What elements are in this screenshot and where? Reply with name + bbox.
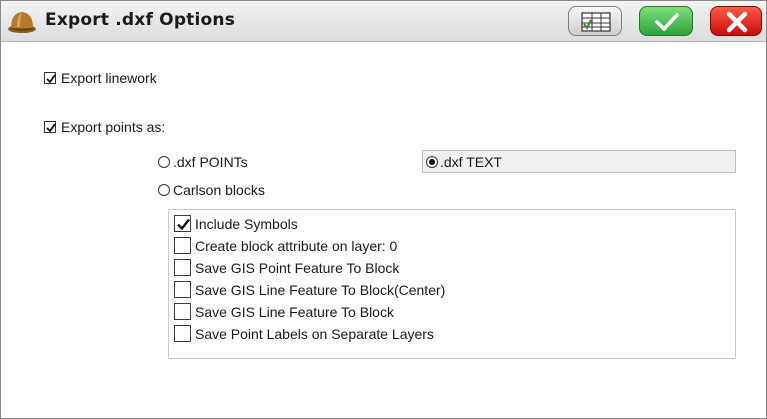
export-points-checkbox[interactable] xyxy=(44,121,56,133)
title-bar: Export .dxf Options xyxy=(1,1,766,42)
table-view-button[interactable] xyxy=(568,6,622,36)
carlson-blocks-radio[interactable] xyxy=(158,184,170,196)
gis-point-feature-checkbox[interactable] xyxy=(174,259,191,276)
cancel-button[interactable] xyxy=(710,6,762,36)
block-options-list[interactable]: Include Symbols Create block attribute o… xyxy=(168,209,736,359)
carlson-blocks-label: Carlson blocks xyxy=(173,182,265,198)
create-block-attribute-checkbox[interactable] xyxy=(174,237,191,254)
checkmark-icon xyxy=(46,123,56,133)
list-item-label: Create block attribute on layer: 0 xyxy=(195,238,398,254)
export-linework-checkbox[interactable] xyxy=(44,72,56,84)
export-points-label: Export points as: xyxy=(61,119,166,135)
checkmark-icon xyxy=(177,218,190,231)
dxf-points-label: .dxf POINTs xyxy=(173,154,248,170)
export-dxf-options-window: Export .dxf Options Export linework Expo… xyxy=(0,0,767,419)
dxf-text-radio[interactable] xyxy=(426,156,438,168)
close-x-icon xyxy=(726,11,748,33)
hard-hat-icon xyxy=(8,12,36,33)
export-linework-label: Export linework xyxy=(61,70,157,86)
point-labels-layers-checkbox[interactable] xyxy=(174,325,191,342)
gis-line-feature-checkbox[interactable] xyxy=(174,303,191,320)
radio-selected-dot xyxy=(429,159,435,165)
list-item-label: Save GIS Line Feature To Block xyxy=(195,304,394,320)
table-view-icon xyxy=(581,12,611,32)
list-item-label: Save Point Labels on Separate Layers xyxy=(195,326,434,342)
list-item-label: Save GIS Line Feature To Block(Center) xyxy=(195,282,446,298)
checkmark-icon xyxy=(46,74,56,84)
list-item-label: Save GIS Point Feature To Block xyxy=(195,260,400,276)
gis-line-center-checkbox[interactable] xyxy=(174,281,191,298)
dxf-text-label: .dxf TEXT xyxy=(440,154,502,170)
ok-button[interactable] xyxy=(639,6,693,36)
list-item-label: Include Symbols xyxy=(195,216,298,232)
dxf-points-radio[interactable] xyxy=(158,156,170,168)
window-title: Export .dxf Options xyxy=(45,10,236,30)
include-symbols-checkbox[interactable] xyxy=(174,215,191,232)
checkmark-icon xyxy=(655,13,679,31)
